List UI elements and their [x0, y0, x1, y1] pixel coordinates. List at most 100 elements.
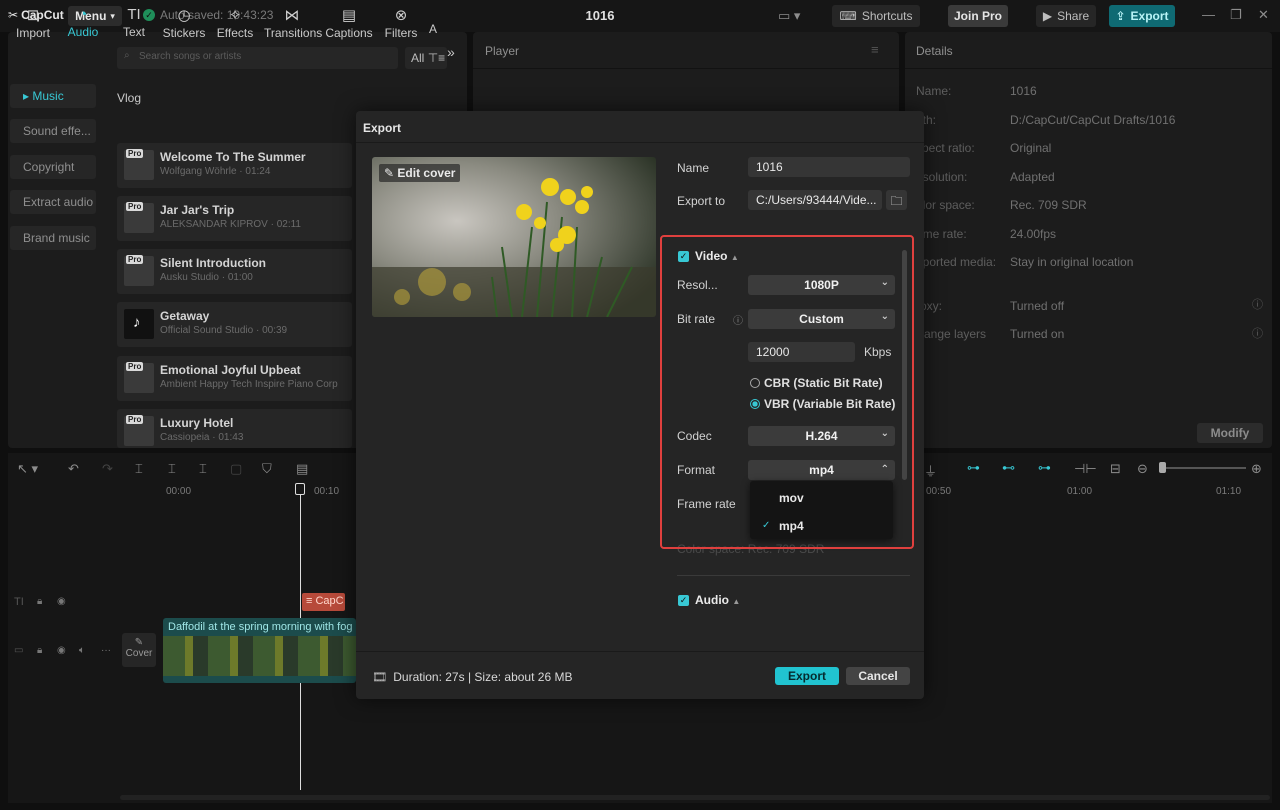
delete-icon[interactable]: ▢ [230, 461, 242, 477]
film-icon: 🎞︎ [372, 670, 388, 684]
cover-button[interactable]: ✎ Cover [122, 633, 156, 667]
tab-text[interactable]: TI Text [109, 6, 159, 39]
video-clip[interactable]: Daffodil at the spring morning with fog [163, 618, 356, 683]
link-main-icon[interactable]: ⊶ [967, 460, 980, 476]
minimize-icon[interactable]: — [1202, 7, 1215, 22]
list-item[interactable]: Pro Silent Introduction Ausku Studio · 01:… [117, 249, 352, 294]
export-to-label: Export to [677, 194, 726, 208]
zoom-slider[interactable] [1160, 467, 1246, 469]
info-icon[interactable]: ⓘ [1252, 325, 1263, 341]
close-icon[interactable]: ✕ [1258, 7, 1269, 23]
upload-icon: ⇪ [1115, 9, 1126, 23]
effects-icon: ✧ [228, 7, 242, 24]
tab-more[interactable]: A [423, 22, 443, 36]
lock-icon[interactable]: 🔒︎ [37, 596, 42, 607]
tab-transitions[interactable]: ⋈ Transitions [264, 6, 322, 40]
tab-import[interactable]: ⊡ Import [8, 6, 58, 40]
redo-icon[interactable]: ↷ [102, 461, 113, 477]
export-top-button[interactable]: ⇪ Export [1109, 5, 1175, 27]
text-icon: TI [127, 6, 141, 23]
caret-up-icon: ▲ [732, 597, 741, 606]
audio-search-input[interactable]: ⌕ Search songs or artists [117, 47, 398, 69]
restore-icon[interactable]: ❐ [1230, 7, 1242, 23]
export-path-input[interactable]: C:/Users/93444/Vide... [748, 190, 882, 210]
eye-icon[interactable]: ◉ [57, 596, 66, 607]
split-right-icon[interactable]: ⌶ [199, 461, 207, 477]
export-button[interactable]: Export [775, 667, 839, 685]
sidebar-item-brand-music[interactable]: Brand music [10, 226, 96, 250]
tab-audio[interactable]: ◔ Audio [58, 6, 108, 39]
lock-icon[interactable]: 🔒︎ [37, 645, 42, 656]
layout-icon[interactable]: ▭ ▾ [778, 8, 800, 24]
tiktok-icon: ♪ [124, 309, 154, 339]
share-button[interactable]: ▶ Share [1036, 5, 1096, 27]
name-label: Name [677, 161, 710, 175]
magnet-icon[interactable]: ⊷ [1002, 460, 1015, 476]
detail-key: Name: [916, 84, 952, 98]
link-icon[interactable]: ⊶ [1038, 460, 1051, 476]
pencil-icon: ✎ [384, 166, 395, 180]
detail-value: Turned off [1010, 299, 1065, 313]
list-item[interactable]: Pro Luxury Hotel Cassiopeia · 01:43 [117, 409, 352, 448]
filter-all-button[interactable]: All ⊤≡ [405, 47, 447, 69]
import-icon: ⊡ [26, 7, 40, 24]
tab-stickers[interactable]: ◷ Stickers [159, 6, 209, 40]
volume-icon[interactable]: 🔈︎ [79, 645, 85, 656]
search-icon: ⌕ [124, 50, 130, 61]
zoom-out-icon[interactable]: ⊖ [1137, 461, 1148, 477]
hamburger-icon[interactable]: ≡ [871, 42, 879, 57]
tab-captions[interactable]: ▤ Captions [324, 6, 374, 40]
chevrons-right-icon[interactable]: » [447, 44, 455, 60]
split-icon[interactable]: ⌶ [135, 461, 143, 477]
list-item[interactable]: Pro Jar Jar's Trip ALEKSANDAR KIPROV · 02:… [117, 196, 352, 241]
text-track-icon: TI [14, 596, 24, 608]
pencil-icon: ✎ [134, 637, 144, 648]
tab-effects[interactable]: ✧ Effects [210, 6, 260, 40]
detail-value: Turned on [1010, 327, 1065, 341]
name-input[interactable]: 1016 [748, 157, 910, 177]
ruler-tick: 00:10 [314, 486, 340, 497]
video-track-icon: ▭ [14, 645, 24, 656]
filters-icon: ⊗ [394, 7, 408, 24]
sidebar-item-extract-audio[interactable]: Extract audio [10, 190, 96, 214]
detail-value: Original [1010, 141, 1052, 155]
caption-tool-icon[interactable]: ▤ [296, 461, 308, 477]
shortcuts-button[interactable]: ⌨ Shortcuts [832, 5, 920, 27]
list-item[interactable]: Pro Welcome To The Summer Wolfgang Wöhrle … [117, 143, 352, 188]
undo-icon[interactable]: ↶ [68, 461, 79, 477]
audio-section-label[interactable]: Audio ▲ [695, 593, 740, 607]
more-icon[interactable]: ··· [101, 645, 111, 656]
transitions-icon: ⋈ [284, 7, 300, 24]
split-left-icon[interactable]: ⌶ [168, 461, 176, 477]
tab-filters[interactable]: ⊗ Filters [376, 6, 426, 40]
join-pro-button[interactable]: Join Pro [948, 5, 1008, 27]
audio-checkbox[interactable]: ✓ [678, 595, 689, 606]
list-item[interactable]: Pro Emotional Joyful Upbeat Ambient Happy … [117, 356, 352, 401]
preview-axis-icon[interactable]: ⊣⊢ [1074, 461, 1097, 477]
list-item[interactable]: ♪ Getaway Official Sound Studio · 00:39 [117, 302, 352, 347]
filter-icon: ⊤≡ [427, 51, 446, 65]
shield-icon[interactable]: ⛉ [262, 461, 272, 477]
edit-cover-button[interactable]: ✎ Edit cover [379, 164, 461, 182]
timeline-scrollbar[interactable] [120, 795, 1270, 800]
sidebar-item-music[interactable]: ▸ Music [10, 84, 96, 108]
ruler-tick: 00:00 [166, 486, 192, 497]
detail-key: spect ratio: [916, 141, 975, 155]
select-tool-icon[interactable]: ↖ ▾ [17, 461, 38, 477]
cancel-button[interactable]: Cancel [846, 667, 910, 685]
info-icon[interactable]: ⓘ [1252, 296, 1263, 312]
folder-icon[interactable]: 🗀︎ [886, 190, 907, 210]
audio-icon: ◔ [78, 6, 88, 23]
sidebar-item-sound-effects[interactable]: Sound effe... [10, 119, 96, 143]
highlight-box [660, 235, 914, 549]
zoom-in-icon[interactable]: ⊕ [1251, 461, 1262, 477]
captions-icon: ▤ [341, 7, 357, 24]
duration-info: 🎞︎ Duration: 27s | Size: about 26 MB [372, 670, 573, 684]
eye-icon[interactable]: ◉ [57, 645, 66, 656]
sidebar-item-copyright[interactable]: Copyright [10, 155, 96, 179]
caption-clip[interactable]: ≡ CapC [302, 593, 345, 611]
modify-button[interactable]: Modify [1197, 423, 1263, 443]
mic-icon[interactable]: ⏚ [924, 461, 937, 480]
screen-icon[interactable]: ⊟ [1110, 461, 1121, 477]
zoom-slider-handle[interactable] [1159, 462, 1166, 473]
